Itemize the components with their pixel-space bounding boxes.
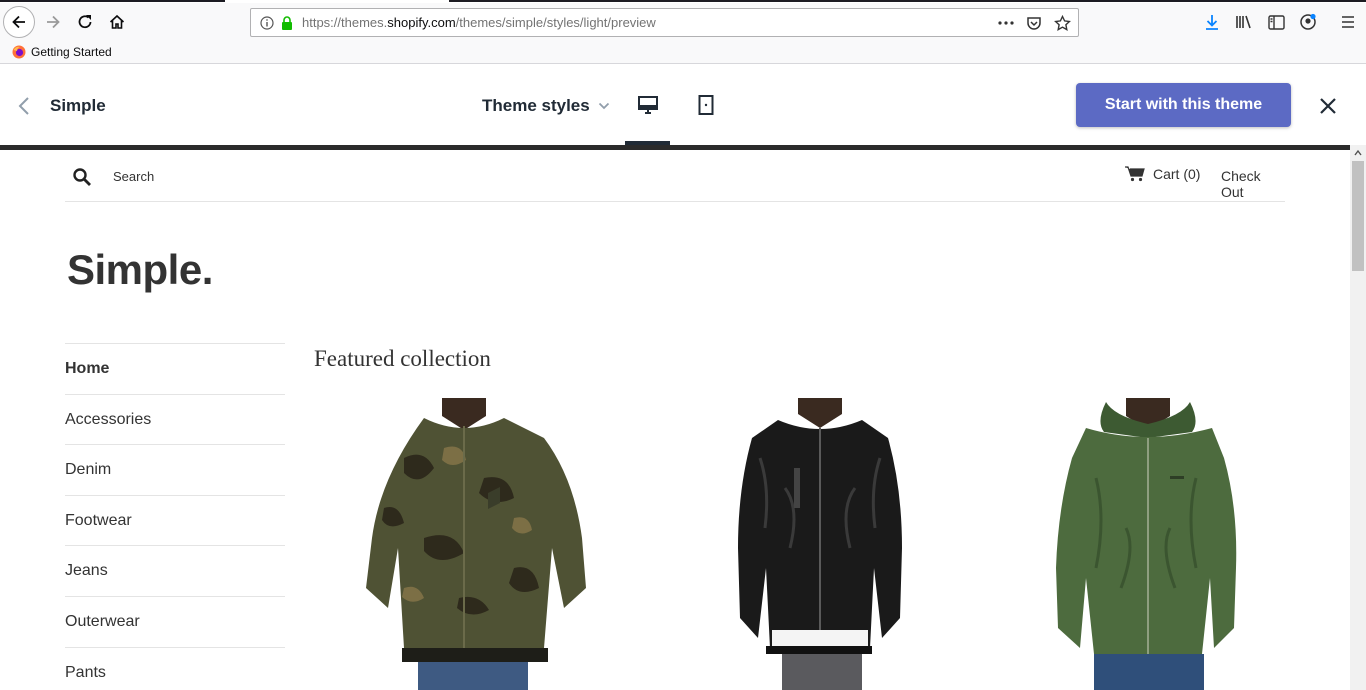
desktop-icon [637,96,658,114]
home-icon [109,14,125,29]
arrow-left-icon [12,15,25,29]
search-icon[interactable] [72,167,92,187]
mobile-view-button[interactable] [683,65,728,145]
menu-icon[interactable] [1338,12,1358,32]
close-preview-button[interactable] [1316,94,1340,118]
address-bar[interactable]: https://themes.shopify.com/themes/simple… [250,8,1079,37]
nav-item-denim[interactable]: Denim [65,444,285,495]
nav-item-outerwear[interactable]: Outerwear [65,595,285,647]
featured-collection-title: Featured collection [314,346,491,371]
desktop-view-button[interactable] [625,65,670,145]
store-search-input[interactable]: Search [113,169,154,184]
nav-item-home[interactable]: Home [65,343,285,394]
product-image-windbreaker [1016,398,1276,690]
product-image-camo-jacket [364,398,624,690]
product-card-windbreaker[interactable] [1016,398,1276,690]
account-icon[interactable] [1298,12,1318,32]
cart-link[interactable]: Cart (0) [1125,166,1200,182]
theme-name[interactable]: Simple [50,96,106,116]
chevron-left-icon[interactable] [16,96,34,116]
firefox-icon [12,45,26,59]
product-card-camo-jacket[interactable] [364,398,624,690]
scroll-up-icon[interactable] [1354,149,1362,157]
bookmark-getting-started[interactable]: Getting Started [12,45,112,59]
arrow-right-icon [47,15,60,29]
nav-item-accessories[interactable]: Accessories [65,393,285,445]
cart-label: Cart (0) [1153,166,1201,182]
theme-styles-label: Theme styles [482,96,590,115]
forward-button[interactable] [37,6,69,38]
theme-styles-dropdown[interactable]: Theme styles [482,96,610,116]
lock-icon[interactable] [280,15,294,30]
product-grid [314,398,1285,690]
start-with-theme-button[interactable]: Start with this theme [1076,83,1291,127]
back-button[interactable] [3,6,35,38]
product-image-leather-jacket [690,398,950,690]
info-icon[interactable] [260,15,274,30]
bookmark-star-icon[interactable] [1052,13,1072,33]
product-card-leather-jacket[interactable] [690,398,950,690]
library-icon[interactable] [1234,12,1254,32]
store-preview: Search Cart (0) Check Out Simple. Home A… [0,150,1350,690]
download-icon[interactable] [1202,12,1222,32]
home-button[interactable] [101,6,133,38]
browser-toolbar: https://themes.shopify.com/themes/simple… [0,3,1366,43]
pocket-icon[interactable] [1024,13,1044,33]
store-logo[interactable]: Simple. [67,246,213,294]
mobile-icon [698,95,713,115]
store-sidebar-nav: Home Accessories Denim Footwear Jeans Ou… [65,343,285,690]
url-text[interactable]: https://themes.shopify.com/themes/simple… [302,15,656,30]
nav-item-pants[interactable]: Pants [65,646,285,690]
theme-preview-bar: Simple Theme styles Start with this them… [0,65,1366,145]
nav-item-footwear[interactable]: Footwear [65,494,285,546]
more-actions-icon[interactable] [996,13,1016,33]
preview-scrollbar[interactable] [1350,145,1366,690]
store-header: Search Cart (0) Check Out [65,150,1285,202]
scrollbar-thumb[interactable] [1352,161,1364,271]
nav-item-jeans[interactable]: Jeans [65,545,285,596]
sidebar-icon[interactable] [1266,12,1286,32]
cart-icon [1125,166,1145,182]
bookmarks-toolbar: Getting Started [0,43,1366,64]
bookmark-label: Getting Started [31,45,112,59]
chevron-down-icon [598,102,609,110]
reload-button[interactable] [69,6,101,38]
close-icon [1320,98,1336,114]
reload-icon [78,15,92,29]
checkout-link[interactable]: Check Out [1221,168,1285,200]
